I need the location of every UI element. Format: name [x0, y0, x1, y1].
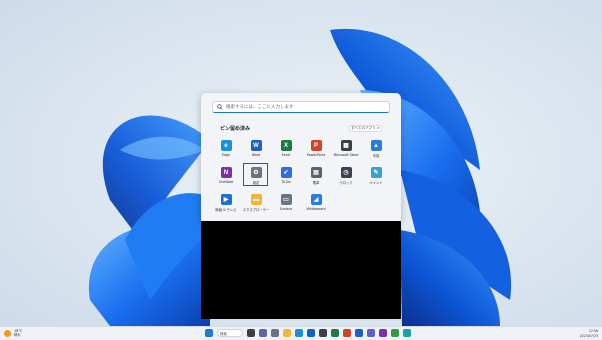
pinned-app-whiteboard[interactable]: ◢ Whiteboard	[301, 192, 331, 219]
start-menu: 検索するには、ここに入力します ピン留め済み すべてのアプリ > e Edge W W…	[201, 93, 401, 221]
excel-icon: X	[280, 140, 292, 151]
pinned-app-calculator[interactable]: ▤ 電卓	[301, 165, 331, 192]
edge-taskbar-icon[interactable]	[295, 329, 303, 337]
clock-date: 2023/07/23	[579, 333, 598, 338]
todo-icon: ✔	[280, 167, 292, 178]
pinned-app-folder[interactable]: ▬ エクスプローラー	[241, 192, 271, 219]
taskbar-icons: 検索	[205, 329, 411, 337]
paint-icon: ✎	[370, 167, 382, 178]
surface-icon: ▭	[280, 194, 292, 205]
pinned-app-label: PowerPoint	[306, 153, 326, 157]
store-icon: ▦	[340, 140, 352, 151]
word-icon: W	[250, 140, 262, 151]
taskbar-search-box[interactable]: 検索	[217, 329, 243, 337]
excel-taskbar-icon[interactable]	[331, 329, 339, 337]
pinned-app-label: ペイント	[369, 181, 383, 185]
pinned-app-photos[interactable]: ▲ 写真	[361, 138, 391, 165]
pinned-app-word[interactable]: W Word	[241, 138, 271, 165]
pinned-app-label: To Do	[281, 180, 291, 184]
onenote-taskbar-icon[interactable]	[379, 329, 387, 337]
pinned-app-movies[interactable]: ▶ 映画 & テレビ	[211, 192, 241, 219]
weather-description: 晴れ	[14, 333, 21, 337]
pinned-app-label: OneNote	[218, 180, 234, 184]
start-search-input[interactable]: 検索するには、ここに入力します	[212, 101, 390, 113]
pinned-app-label: Edge	[221, 153, 231, 157]
taskbar: 18°C 晴れ 検索 12:56 2023/07/23	[0, 326, 602, 340]
pinned-app-label: Surface	[279, 207, 293, 211]
powerpoint-taskbar-icon[interactable]	[343, 329, 351, 337]
pinned-app-label: 設定	[252, 181, 260, 185]
word-taskbar-icon[interactable]	[355, 329, 363, 337]
pinned-app-excel[interactable]: X Excel	[271, 138, 301, 165]
movies-icon: ▶	[220, 194, 232, 205]
pinned-app-clock[interactable]: ◷ クロック	[331, 165, 361, 192]
photos-icon: ▲	[370, 140, 382, 151]
explorer-icon[interactable]	[283, 329, 291, 337]
pinned-apps-grid: e Edge W Word X Excel P PowerPoint ▦ Microsoft St…	[211, 138, 391, 219]
search-icon	[217, 104, 223, 110]
pinned-section-title: ピン留め済み	[220, 126, 251, 132]
pinned-app-surface[interactable]: ▭ Surface	[271, 192, 301, 219]
pinned-app-label: 写真	[372, 154, 380, 158]
weather-widget[interactable]: 18°C 晴れ	[4, 329, 22, 337]
pinned-app-gear[interactable]: ⚙ 設定	[241, 163, 271, 192]
pinned-app-label: Microsoft Store	[333, 153, 359, 157]
pinned-app-todo[interactable]: ✔ To Do	[271, 165, 301, 192]
pinned-app-label: Whiteboard	[306, 207, 326, 211]
clock-icon: ◷	[340, 167, 352, 178]
whiteboard-icon: ◢	[310, 194, 322, 205]
app-taskbar-icon[interactable]	[403, 329, 411, 337]
teams-icon[interactable]	[367, 329, 375, 337]
start-button[interactable]	[205, 329, 213, 337]
pinned-app-powerpoint[interactable]: P PowerPoint	[301, 138, 331, 165]
store-taskbar-icon[interactable]	[319, 329, 327, 337]
taskbar-search-label: 検索	[220, 331, 227, 336]
pinned-app-label: クロック	[339, 181, 353, 185]
calculator-icon: ▤	[310, 167, 322, 178]
task-view-icon[interactable]	[247, 329, 255, 337]
gear-icon: ⚙	[250, 167, 262, 178]
search-placeholder: 検索するには、ここに入力します	[226, 105, 294, 110]
outlook-icon[interactable]	[307, 329, 315, 337]
settings-taskbar-icon[interactable]	[271, 329, 279, 337]
pinned-app-label: 電卓	[312, 181, 320, 185]
pinned-app-label: エクスプローラー	[242, 208, 270, 212]
edge-icon: e	[220, 140, 232, 151]
pinned-app-label: Word	[251, 153, 261, 157]
system-clock[interactable]: 12:56 2023/07/23	[580, 329, 598, 338]
pinned-app-label: 映画 & テレビ	[215, 208, 237, 212]
pinned-app-onenote[interactable]: N OneNote	[211, 165, 241, 192]
sun-icon	[4, 329, 11, 337]
chat-icon[interactable]	[259, 329, 267, 337]
pinned-app-paint[interactable]: ✎ ペイント	[361, 165, 391, 192]
chrome-icon[interactable]	[391, 329, 399, 337]
pinned-app-store[interactable]: ▦ Microsoft Store	[331, 138, 361, 165]
powerpoint-icon: P	[310, 140, 322, 151]
folder-icon: ▬	[250, 194, 262, 205]
blank-panel	[201, 221, 401, 319]
pinned-app-label: Excel	[281, 153, 291, 157]
pinned-app-edge[interactable]: e Edge	[211, 138, 241, 165]
onenote-icon: N	[220, 167, 232, 178]
all-apps-button[interactable]: すべてのアプリ >	[349, 125, 382, 132]
